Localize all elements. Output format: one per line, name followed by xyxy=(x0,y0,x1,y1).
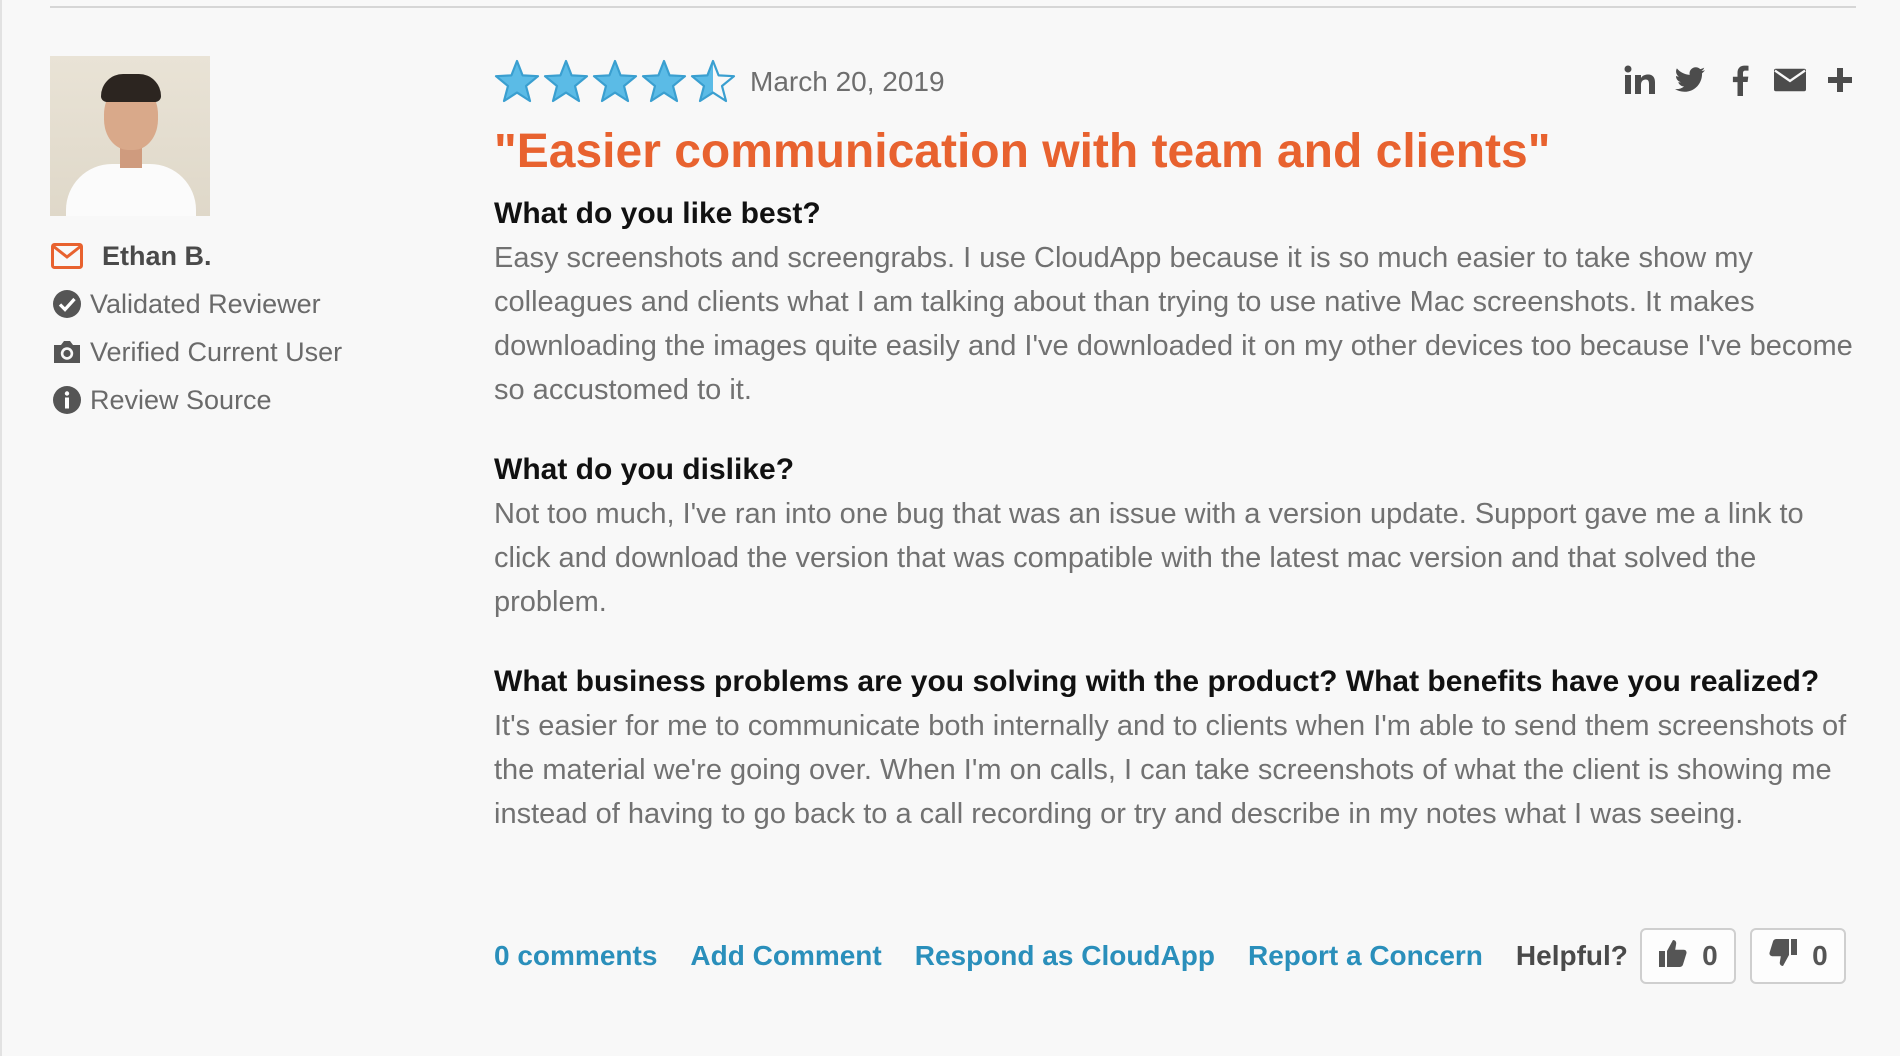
star-rating xyxy=(494,59,736,105)
badge-validated-reviewer: Validated Reviewer xyxy=(50,280,342,328)
section-question: What do you like best? xyxy=(494,197,821,230)
star-full-icon xyxy=(494,59,540,103)
review-title: "Easier communication with team and clie… xyxy=(494,125,1551,178)
envelope-icon[interactable] xyxy=(50,239,84,273)
email-icon[interactable] xyxy=(1774,62,1806,98)
review-section-benefits: What business problems are you solving w… xyxy=(494,662,1864,836)
reviewer-name[interactable]: Ethan B. xyxy=(102,241,212,272)
twitter-icon[interactable] xyxy=(1674,62,1706,98)
camera-icon xyxy=(50,335,84,369)
star-full-icon xyxy=(641,59,687,103)
reviewer-name-row: Ethan B. xyxy=(50,232,342,280)
star-full-icon xyxy=(592,59,638,103)
badge-label: Verified Current User xyxy=(90,336,343,367)
helpful-label: Helpful? xyxy=(1515,940,1628,971)
info-circle-icon[interactable] xyxy=(50,383,84,417)
downvote-count: 0 xyxy=(1812,940,1828,971)
upvote-count: 0 xyxy=(1702,940,1718,971)
review-section-dislikes: What do you dislike? Not too much, I've … xyxy=(494,450,1864,624)
comments-link[interactable]: 0 comments xyxy=(494,940,657,972)
downvote-button[interactable]: 0 xyxy=(1749,928,1846,984)
report-concern-link[interactable]: Report a Concern xyxy=(1248,940,1483,972)
check-circle-icon xyxy=(50,287,84,321)
star-half-icon xyxy=(690,59,736,103)
review-section-likes: What do you like best? Easy screenshots … xyxy=(494,194,1864,412)
respond-link[interactable]: Respond as CloudApp xyxy=(915,940,1215,972)
badge-label: Validated Reviewer xyxy=(90,288,321,319)
linkedin-icon[interactable] xyxy=(1624,62,1656,98)
star-full-icon xyxy=(543,59,589,103)
review-date: March 20, 2019 xyxy=(750,66,945,97)
section-answer: It's easier for me to communicate both i… xyxy=(494,710,1847,830)
add-comment-link[interactable]: Add Comment xyxy=(690,940,881,972)
thumbs-up-icon xyxy=(1658,938,1688,975)
avatar-shirt xyxy=(66,164,196,216)
section-question: What business problems are you solving w… xyxy=(494,665,1820,698)
reviewer-info: Ethan B. Validated Reviewer Verified Cur… xyxy=(50,232,342,424)
review-actions: 0 comments Add Comment Respond as CloudA… xyxy=(494,928,1860,984)
thumbs-down-icon xyxy=(1768,938,1798,975)
badge-review-source[interactable]: Review Source xyxy=(50,376,342,424)
badge-label[interactable]: Review Source xyxy=(90,385,272,416)
section-question: What do you dislike? xyxy=(494,453,795,486)
badge-verified-current-user: Verified Current User xyxy=(50,328,342,376)
avatar xyxy=(50,56,210,216)
top-divider xyxy=(50,6,1856,8)
section-answer: Not too much, I've ran into one bug that… xyxy=(494,498,1804,618)
plus-icon[interactable] xyxy=(1824,62,1856,98)
review-body: March 20, 2019 "Easier communication wit… xyxy=(494,56,1864,874)
section-answer: Easy screenshots and screengrabs. I use … xyxy=(494,242,1853,406)
share-bar xyxy=(1624,62,1856,98)
upvote-button[interactable]: 0 xyxy=(1639,928,1736,984)
facebook-icon[interactable] xyxy=(1724,62,1756,98)
left-border xyxy=(0,0,2,1056)
